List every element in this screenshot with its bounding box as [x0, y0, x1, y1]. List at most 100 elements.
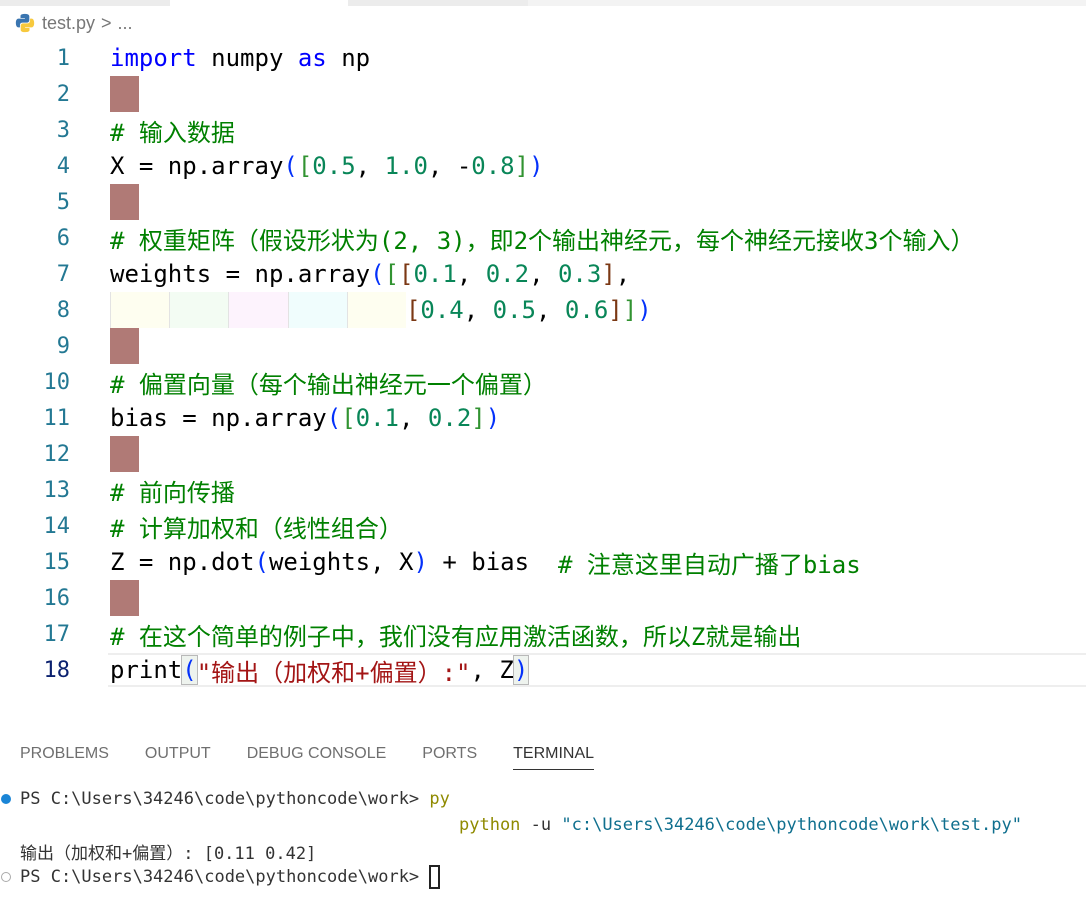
code-line[interactable]: 13 # 前向传播 — [0, 472, 1086, 508]
code-token: # 偏置向量（每个输出神经元一个偏置） — [110, 370, 547, 399]
code-token: 1.0 — [384, 152, 428, 180]
indent-guide — [346, 292, 406, 328]
code-token: , — [355, 152, 385, 180]
whitespace-highlight — [110, 580, 139, 616]
code-content: import numpy as np — [110, 40, 370, 76]
code-token: # 在这个简单的例子中，我们没有应用激活函数，所以Z就是输出 — [110, 622, 802, 651]
code-token: bias = np.array — [110, 404, 327, 432]
code-line[interactable]: 16 — [0, 580, 1086, 616]
whitespace-highlight — [110, 184, 139, 220]
code-token: 0.4 — [420, 296, 464, 324]
code-content: Z = np.dot(weights, X) + bias # 注意这里自动广播… — [110, 544, 861, 580]
terminal-cursor — [429, 865, 441, 889]
code-token: print — [110, 656, 183, 684]
code-line[interactable]: 6 # 权重矩阵（假设形状为(2, 3)，即2个输出神经元，每个神经元接收3个输入… — [0, 220, 1086, 256]
terminal-prompt: PS C:\Users\34246\code\pythoncode\work> — [20, 789, 430, 809]
code-token: # 输入数据 — [110, 118, 235, 147]
terminal-prompt: PS C:\Users\34246\code\pythoncode\work> — [20, 867, 430, 887]
code-line[interactable]: 9 — [0, 328, 1086, 364]
code-line[interactable]: 3 # 输入数据 — [0, 112, 1086, 148]
command-success-dot-icon[interactable] — [1, 794, 11, 804]
line-number: 6 — [56, 225, 70, 251]
code-token: , — [615, 260, 631, 288]
breadcrumb-more[interactable]: ... — [118, 13, 133, 34]
code-token: , — [529, 260, 558, 288]
code-content: # 输入数据 — [110, 112, 235, 148]
line-number: 4 — [56, 153, 70, 179]
code-line[interactable]: 14 # 计算加权和（线性组合） — [0, 508, 1086, 544]
code-content: bias = np.array([0.1, 0.2]) — [110, 400, 500, 436]
code-line[interactable]: 2 — [0, 76, 1086, 112]
tab-terminal[interactable]: TERMINAL — [513, 745, 595, 770]
terminal-line: PS C:\Users\34246\code\pythoncode\work> — [0, 864, 1022, 890]
line-number: 18 — [43, 657, 71, 683]
active-tab[interactable] — [170, 0, 348, 6]
line-number: 8 — [56, 297, 70, 323]
code-token: 0.8 — [471, 152, 515, 180]
code-token: [ — [384, 260, 399, 288]
code-token: , - — [427, 152, 472, 180]
code-token: ] — [608, 296, 623, 324]
code-content: # 权重矩阵（假设形状为(2, 3)，即2个输出神经元，每个神经元接收3个输入） — [110, 220, 975, 256]
code-content: # 计算加权和（线性组合） — [110, 508, 403, 544]
code-editor[interactable]: 1 import numpy as np 2 3 # 输入数据 4 X = np.array… — [0, 40, 1086, 688]
breadcrumb-file[interactable]: test.py — [42, 13, 95, 34]
breadcrumb: test.py > ... — [14, 10, 133, 36]
code-token: , — [456, 260, 486, 288]
line-number: 7 — [56, 261, 70, 287]
code-content: [0.4, 0.5, 0.6]]) — [110, 292, 652, 328]
line-number: 15 — [43, 549, 71, 575]
code-token: 0.2 — [485, 260, 530, 288]
code-token: ) — [529, 152, 544, 180]
indent-guide — [169, 292, 229, 328]
code-line[interactable]: 15 Z = np.dot(weights, X) + bias # 注意这里自动… — [0, 544, 1086, 580]
code-token: X = np.array — [110, 152, 284, 180]
tab-strip-empty — [528, 0, 1086, 6]
code-content: # 前向传播 — [110, 472, 235, 508]
code-token: [ — [341, 404, 356, 432]
line-number: 10 — [43, 369, 71, 395]
code-line[interactable]: 11 bias = np.array([0.1, 0.2]) — [0, 400, 1086, 436]
indent-guide — [228, 292, 288, 328]
code-token: ] — [514, 152, 530, 180]
terminal-command-path: "c:\Users\34246\code\pythoncode\work\tes… — [561, 815, 1022, 835]
tab-output[interactable]: OUTPUT — [145, 745, 211, 770]
code-line[interactable]: 4 X = np.array([0.5, 1.0, -0.8]) — [0, 148, 1086, 184]
code-token: ( — [181, 655, 198, 685]
code-token: , Z — [470, 656, 514, 684]
command-pending-dot-icon[interactable] — [1, 872, 11, 882]
code-line[interactable]: 8 [0.4, 0.5, 0.6]]) — [0, 292, 1086, 328]
code-token: Z = np.dot — [110, 548, 255, 576]
code-token: weights, X — [268, 548, 414, 576]
code-line[interactable]: 12 — [0, 436, 1086, 472]
code-line[interactable]: 7 weights = np.array([[0.1, 0.2, 0.3], — [0, 256, 1086, 292]
code-line[interactable]: 18 print("输出（加权和+偏置）:", Z) — [0, 652, 1086, 688]
line-number: 17 — [43, 621, 71, 647]
line-number: 5 — [56, 189, 70, 215]
line-number: 9 — [56, 333, 70, 359]
line-number: 1 — [56, 45, 70, 71]
indent-guide — [287, 292, 347, 328]
python-file-icon — [15, 13, 35, 33]
terminal-command-flag: -u — [520, 815, 562, 835]
tab-problems[interactable]: PROBLEMS — [20, 745, 109, 770]
code-line[interactable]: 1 import numpy as np — [0, 40, 1086, 76]
code-content — [110, 184, 139, 220]
tab-ports[interactable]: PORTS — [422, 745, 477, 770]
code-line[interactable]: 17 # 在这个简单的例子中，我们没有应用激活函数，所以Z就是输出 — [0, 616, 1086, 652]
code-token: 0.2 — [427, 404, 472, 432]
code-token: 0.5 — [492, 296, 537, 324]
code-line[interactable]: 10 # 偏置向量（每个输出神经元一个偏置） — [0, 364, 1086, 400]
terminal[interactable]: PS C:\Users\34246\code\pythoncode\work> … — [0, 786, 1022, 890]
code-token: , — [399, 404, 428, 432]
code-token: [ — [297, 152, 313, 180]
line-number: 16 — [43, 585, 71, 611]
code-token: [ — [399, 260, 414, 288]
code-token: ) — [485, 404, 501, 432]
line-number: 12 — [43, 441, 71, 467]
code-content: # 偏置向量（每个输出神经元一个偏置） — [110, 364, 547, 400]
terminal-line: PS C:\Users\34246\code\pythoncode\work> … — [0, 786, 1022, 812]
code-line[interactable]: 5 — [0, 184, 1086, 220]
tab-debug-console[interactable]: DEBUG CONSOLE — [247, 745, 387, 770]
code-token: "输出（加权和+偏置）:" — [196, 658, 471, 687]
